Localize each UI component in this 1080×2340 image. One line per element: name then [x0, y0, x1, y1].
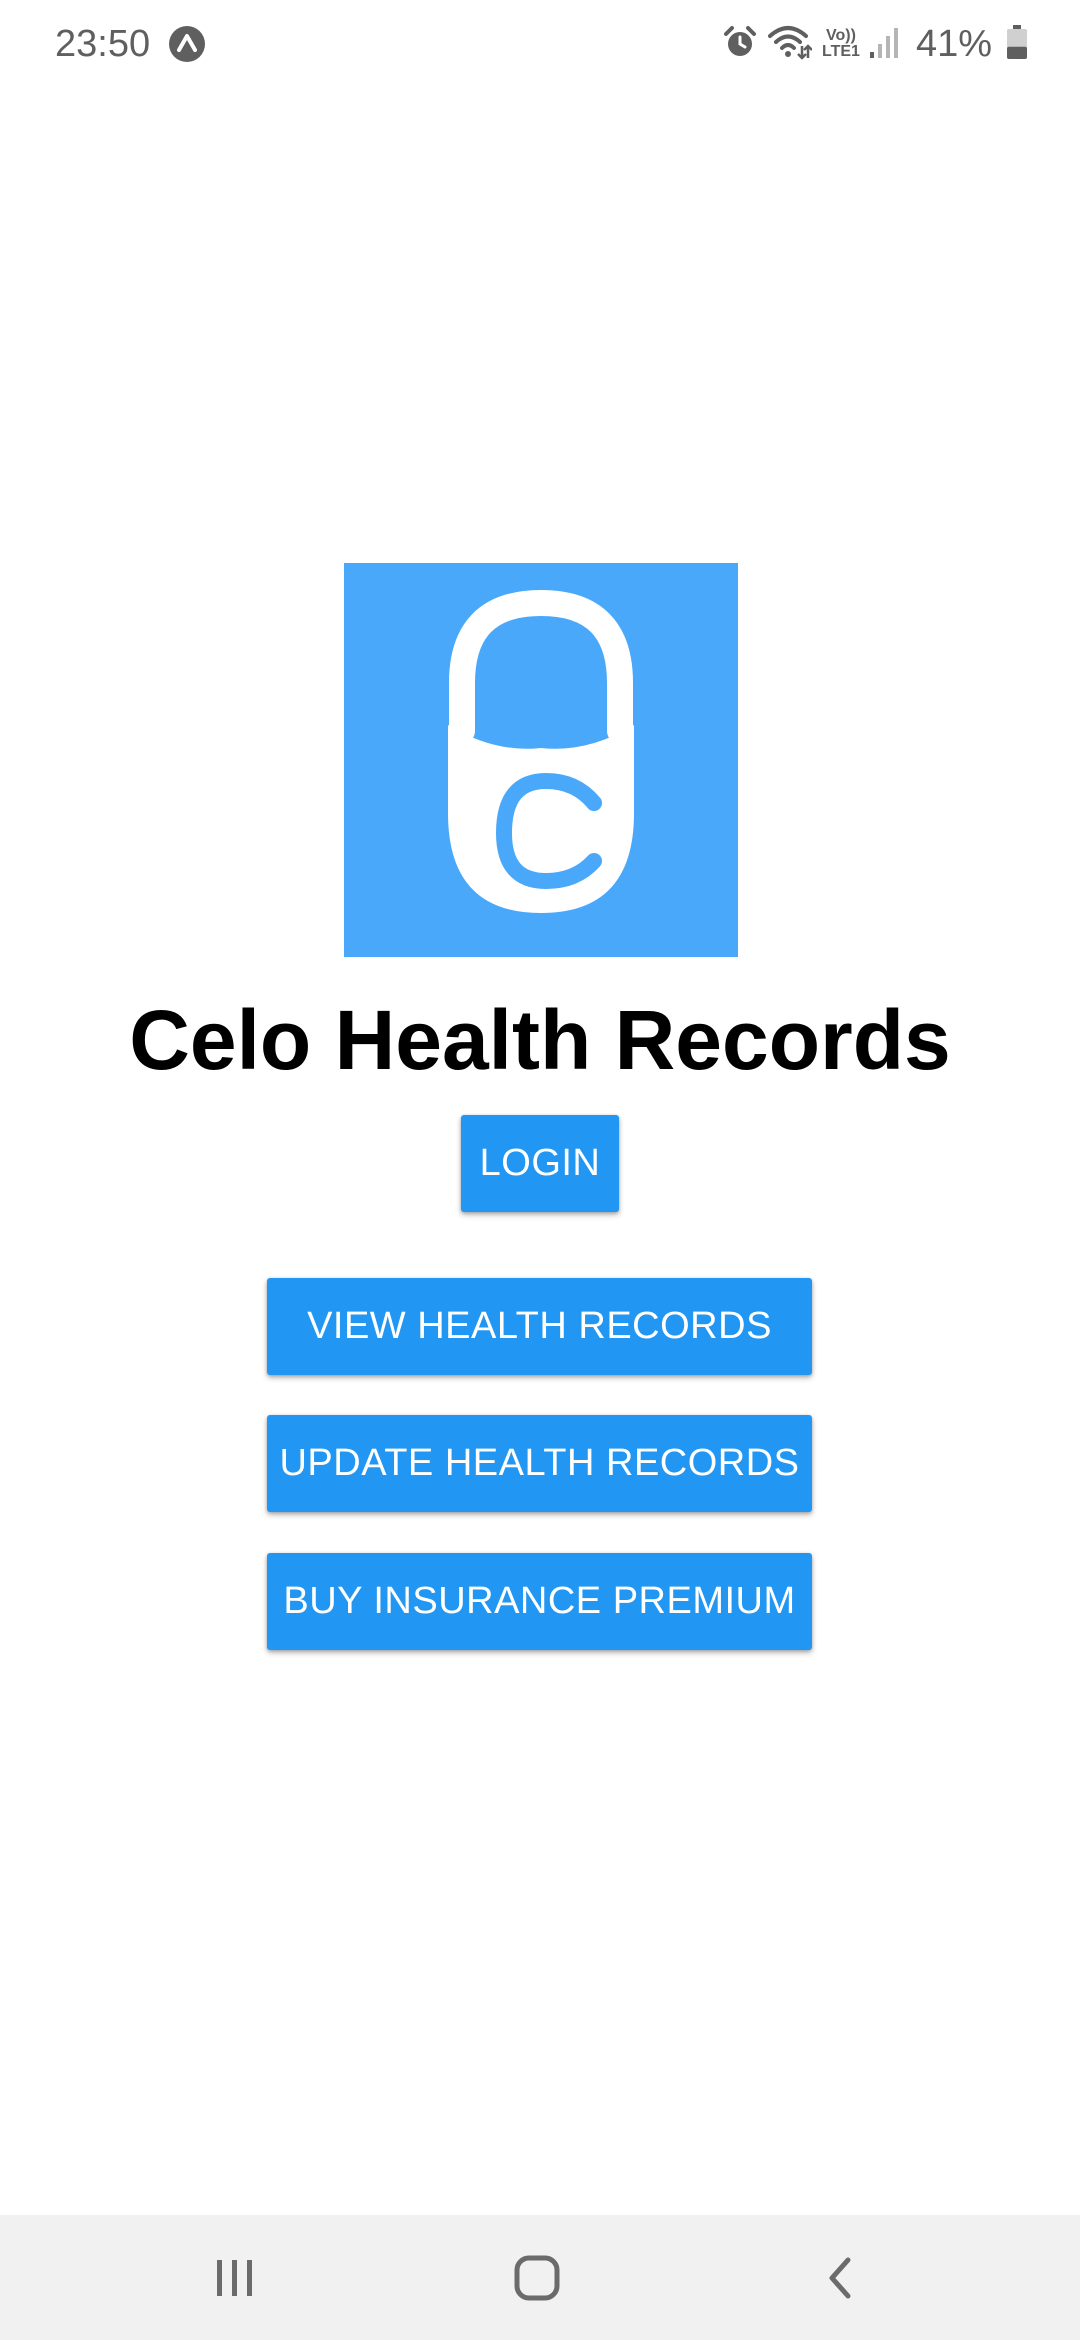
- status-bar: 23:50 Vo)) LTE1 41%: [0, 0, 1080, 88]
- back-icon: [829, 2257, 851, 2298]
- app-logo: [344, 563, 738, 957]
- back-button[interactable]: [740, 2215, 940, 2340]
- home-icon: [514, 2255, 560, 2300]
- recents-button[interactable]: [135, 2215, 335, 2340]
- update-health-records-button[interactable]: UPDATE HEALTH RECORDS: [267, 1415, 812, 1512]
- volte-lte-indicator: Vo)) LTE1: [822, 28, 860, 60]
- login-button[interactable]: LOGIN: [461, 1115, 619, 1212]
- lte-label: LTE1: [822, 43, 860, 60]
- home-button[interactable]: [437, 2215, 637, 2340]
- alarm-icon: [722, 24, 758, 65]
- view-health-records-button[interactable]: VIEW HEALTH RECORDS: [267, 1278, 812, 1375]
- recents-icon: [217, 2259, 252, 2296]
- status-time: 23:50: [55, 23, 151, 65]
- status-icons: Vo)) LTE1 41%: [722, 20, 1028, 68]
- buy-insurance-premium-button[interactable]: BUY INSURANCE PREMIUM: [267, 1553, 812, 1650]
- volte-label: Vo)): [826, 27, 856, 44]
- wifi-icon: [768, 24, 813, 65]
- padlock-c-logo: [448, 589, 634, 913]
- app-notification-icon: [168, 25, 206, 63]
- navigation-bar: [0, 2215, 1080, 2340]
- app-title: Celo Health Records: [129, 993, 951, 1087]
- battery-percent: 41%: [915, 23, 992, 65]
- signal-icon: [869, 24, 900, 65]
- battery-icon: [1006, 24, 1028, 65]
